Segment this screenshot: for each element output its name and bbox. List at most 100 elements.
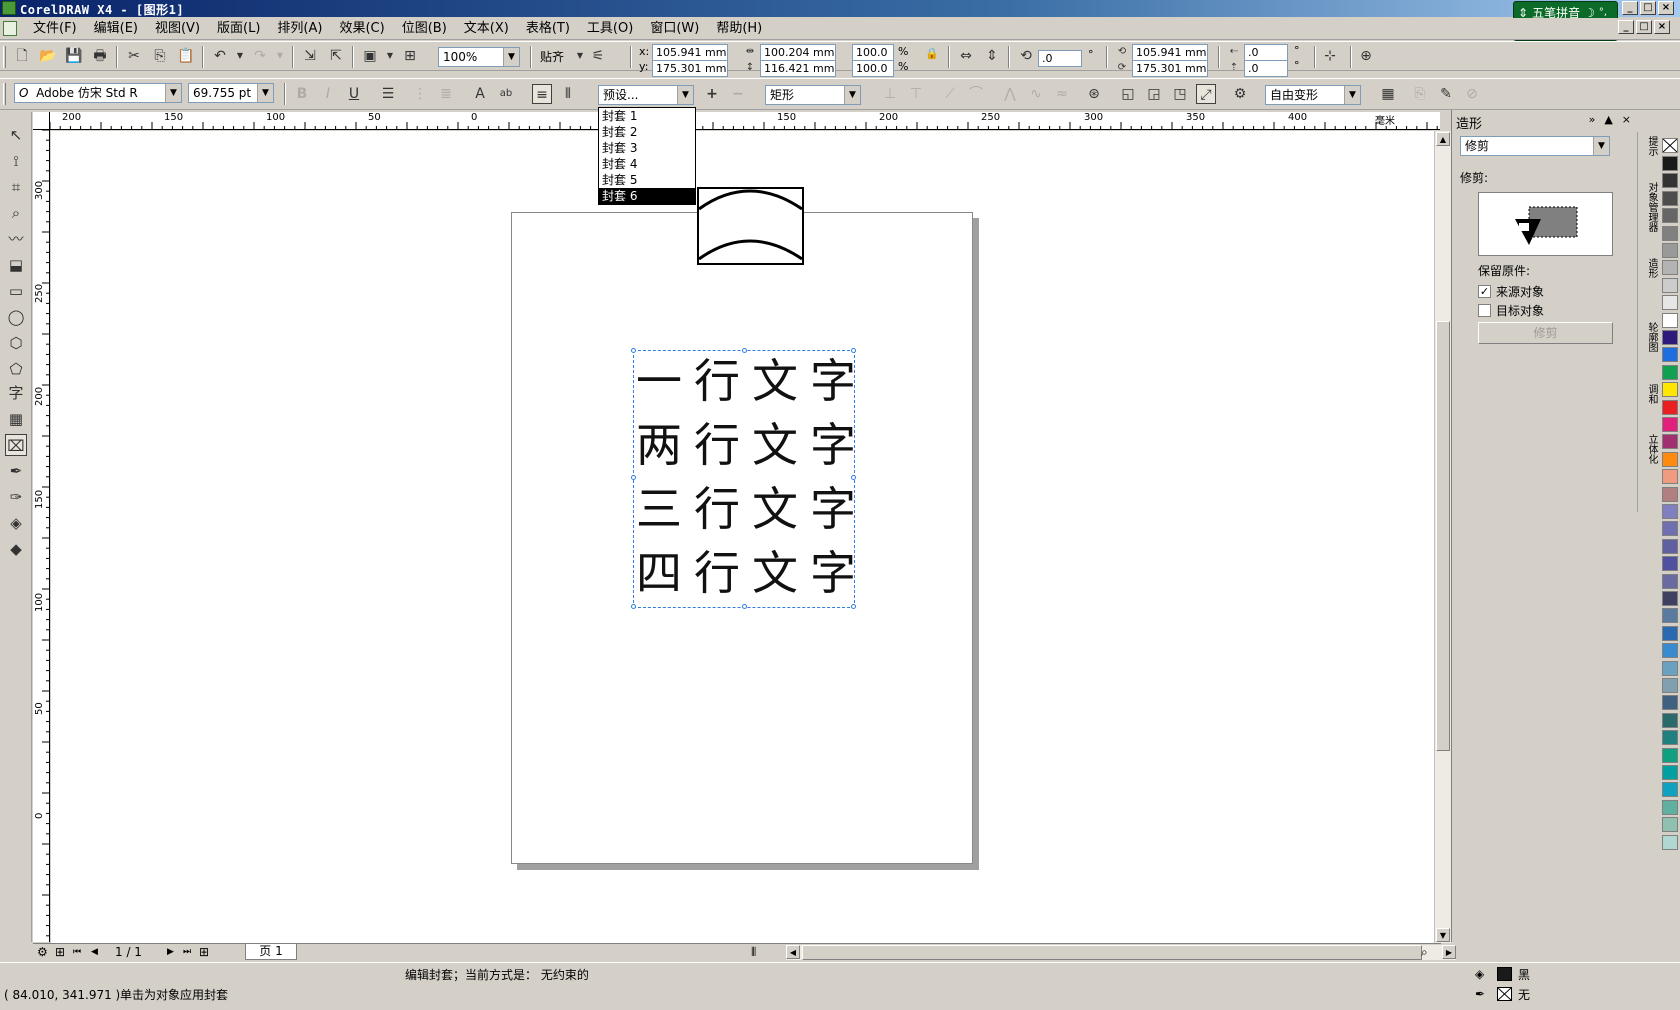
height-field[interactable]: 116.421 mm [760,60,836,77]
import-icon[interactable]: ⇲ [300,46,320,66]
scale-y-field[interactable]: 100.0 [852,60,894,77]
document-icon[interactable] [3,21,17,36]
horizontal-ruler[interactable]: 200150100500100150200250300350400毫米 [50,112,1440,130]
mirror-horizontal-icon[interactable]: ⇔ [956,46,976,66]
shape-tool-icon[interactable]: ⟟ [5,150,27,172]
menu-item[interactable]: 编辑(E) [85,21,146,37]
polygon-tool-icon[interactable]: ⬡ [5,332,27,354]
edit-text-icon[interactable]: ab [496,84,516,104]
vertical-scrollbar[interactable]: ▲ ▼ [1434,131,1451,943]
source-object-checkbox[interactable]: ✓ [1478,285,1491,298]
envelope-node-handle[interactable] [851,348,856,353]
add-icon[interactable]: ⊕ [1356,46,1376,66]
new-document-icon[interactable]: 🗋 [12,46,32,66]
docker-tab[interactable]: 对象管理器 [1640,182,1657,232]
cusp-node-icon[interactable]: ⋀ [1000,84,1020,104]
palette-color-swatch[interactable] [1662,295,1678,311]
palette-color-swatch[interactable] [1662,643,1678,659]
palette-color-swatch[interactable] [1662,521,1678,537]
ime-punct-icon[interactable]: °, [1599,7,1607,18]
next-page-icon[interactable]: ▶ [167,944,174,960]
to-line-icon[interactable]: ⟋ [940,84,960,104]
application-launcher-icon[interactable]: ▣ [360,46,380,66]
palette-color-swatch[interactable] [1662,330,1678,345]
text-tool-icon[interactable]: 字 [5,382,27,404]
delete-node-icon[interactable]: ⊤ [906,84,926,104]
center-y-field[interactable]: 175.301 mm [1132,60,1208,77]
envelope-preset-option[interactable]: 封套 4 [599,156,695,172]
text-line-2[interactable]: 两行文字 [636,417,868,473]
undo-dropdown-icon[interactable]: ▼ [230,46,250,66]
export-icon[interactable]: ⇱ [326,46,346,66]
envelope-node-handle[interactable] [631,348,636,353]
palette-color-swatch[interactable] [1662,765,1678,780]
fill-color-swatch[interactable] [1497,967,1512,981]
palette-color-swatch[interactable] [1662,434,1678,450]
menu-item[interactable]: 视图(V) [146,21,208,37]
add-page-after-icon[interactable]: ⊞ [199,944,209,960]
scroll-up-icon[interactable]: ▲ [1436,132,1450,146]
first-page-icon[interactable]: ⏮ [73,944,81,960]
palette-color-swatch[interactable] [1662,347,1678,363]
interactive-fill-tool-icon[interactable]: ◆ [5,538,27,560]
rectangle-tool-icon[interactable]: ▭ [5,280,27,302]
menu-item[interactable]: 位图(B) [393,21,455,37]
italic-icon[interactable]: I [318,84,338,104]
envelope-tool-icon[interactable]: ⌧ [5,434,27,456]
menu-item[interactable]: 效果(C) [330,21,392,37]
palette-color-swatch[interactable] [1662,782,1678,798]
palette-color-swatch[interactable] [1662,173,1678,189]
doc-close-button[interactable]: × [1654,20,1670,34]
rotation-angle-field[interactable]: .0 [1038,50,1082,67]
basic-shapes-tool-icon[interactable]: ⬠ [5,358,27,380]
doc-restore-button[interactable]: □ [1636,20,1652,34]
envelope-node-handle[interactable] [742,604,747,609]
scrollbar-thumb[interactable] [802,945,1422,960]
envelope-single-arc-icon[interactable]: ◲ [1144,84,1164,104]
last-page-icon[interactable]: ⏭ [183,944,191,960]
menu-item[interactable]: 窗口(W) [641,21,707,37]
page-tab[interactable]: 页 1 [245,944,297,960]
drop-cap-icon[interactable]: ≣ [436,84,456,104]
scroll-down-icon[interactable]: ▼ [1436,928,1450,942]
add-preset-icon[interactable]: + [702,84,722,104]
print-icon[interactable]: 🖶 [90,46,110,66]
envelope-preset-option[interactable]: 封套 1 [599,108,695,124]
palette-color-swatch[interactable] [1662,469,1678,485]
toolbar-grip[interactable] [3,83,6,105]
envelope-double-arc-icon[interactable]: ◳ [1170,84,1190,104]
pick-tool-icon[interactable]: ↖ [5,124,27,146]
no-fill-swatch[interactable] [1662,138,1678,153]
palette-color-swatch[interactable] [1662,799,1678,815]
undo-icon[interactable]: ↶ [210,46,230,66]
snap-to-label[interactable]: 贴齐 [540,50,564,64]
palette-color-swatch[interactable] [1662,556,1678,572]
table-tool-icon[interactable]: ▦ [5,408,27,430]
envelope-preset-option[interactable]: 封套 6 [599,188,695,204]
lock-ratio-icon[interactable]: 🔒 [922,44,942,64]
palette-color-swatch[interactable] [1662,573,1678,589]
docker-tab[interactable]: 调和 [1640,384,1657,404]
restore-button[interactable]: □ [1640,1,1656,15]
text-line-4[interactable]: 四行文字 [636,545,868,601]
menu-item[interactable]: 文件(F) [24,21,85,37]
palette-color-swatch[interactable] [1662,591,1678,606]
envelope-mode-combo[interactable]: 自由变形 ▼ [1265,85,1361,105]
relative-center-icon[interactable]: ⊹ [1320,46,1340,66]
paste-icon[interactable]: 📋 [176,46,196,66]
menu-item[interactable]: 表格(T) [517,21,578,37]
clear-envelope-icon[interactable]: ⊘ [1462,84,1482,104]
smart-fill-tool-icon[interactable]: ⬓ [5,254,27,276]
envelope-preset-combo[interactable]: 预设... ▼ [598,85,694,105]
add-new-envelope-icon[interactable]: ⊛ [1084,84,1104,104]
palette-color-swatch[interactable] [1662,312,1678,328]
convert-to-curves-icon[interactable]: ⚙ [1230,84,1250,104]
toolbar-grip[interactable] [3,46,6,68]
mirror-vertical-icon[interactable]: ⇕ [982,46,1002,66]
docker-collapse-icon[interactable]: » [1589,113,1596,126]
palette-color-swatch[interactable] [1662,486,1678,502]
palette-color-swatch[interactable] [1662,747,1678,763]
trim-apply-button[interactable]: 修剪 [1478,322,1613,344]
delete-preset-icon[interactable]: − [728,84,748,104]
bold-icon[interactable]: B [292,84,312,104]
